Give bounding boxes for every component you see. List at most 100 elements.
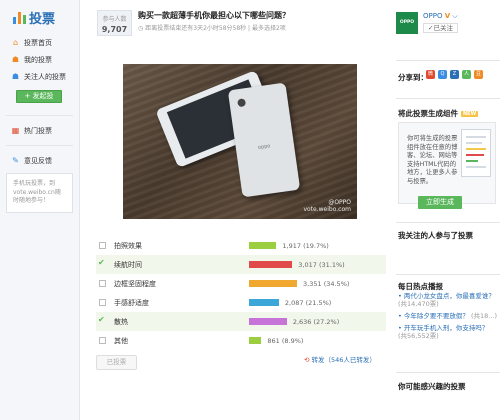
following-title: 我关注的人参与了投票 — [398, 231, 473, 240]
bar-chart-icon — [13, 11, 26, 24]
author-name-text: OPPO — [423, 12, 443, 20]
sidebar-item-hot[interactable]: ▦ 热门投票 — [0, 122, 79, 139]
repost-link[interactable]: ⟲ 转发（546人已转发） — [304, 354, 376, 364]
checkbox[interactable] — [99, 299, 106, 306]
vote-result-stat: 3,017 (31.1%) — [298, 261, 344, 269]
hot-icon: ▦ — [11, 126, 20, 135]
vote-result-stat: 3,351 (34.5%) — [303, 280, 349, 288]
author-avatar[interactable]: OPPO — [396, 12, 418, 34]
checked-checkbox[interactable] — [98, 258, 106, 268]
vote-result-count: 3,017 — [298, 261, 317, 269]
create-vote-button[interactable]: + 发起投 — [16, 90, 62, 103]
vote-result-bar — [249, 280, 297, 287]
verified-icon: V — [444, 12, 451, 20]
feedback-icon: ✎ — [12, 156, 19, 165]
home-icon: ⌂ — [12, 38, 19, 47]
vote-result-percent: (8.9%) — [281, 337, 304, 345]
vote-header: 参与人数 9,707 购买一款超薄手机你最担心以下哪些问题？ ◷ 距离投票结束还有… — [97, 10, 387, 44]
list-item[interactable]: • 两代小龙女盘点，你最喜爱谁？ (共14,470票) — [398, 292, 498, 308]
widget-title-text: 将此投票生成组件 — [398, 109, 458, 118]
sidebar-nav: ⌂ 投票首页 ☗ 我的投票 ☗ 关注人的投票 — [0, 34, 79, 85]
clock-icon: ◷ — [138, 25, 144, 32]
vote-result-bar — [249, 337, 262, 344]
widget-text: 你可将生成的投票组件放在任意的博客、论坛、网站等支持HTML代码的地方，让更多人… — [407, 135, 458, 185]
vote-option[interactable]: 其他 861 (8.9%) — [96, 331, 386, 350]
tencent-share-icon[interactable]: Q — [438, 70, 447, 79]
author-link-icon: ⌵ — [452, 12, 458, 20]
new-badge: NEW — [461, 111, 479, 117]
generate-widget-button[interactable]: 立即生成 — [418, 196, 462, 209]
qzone-share-icon[interactable]: Z — [450, 70, 459, 79]
vote-result-count: 2,087 — [284, 299, 304, 307]
vote-option-label: 散热 — [114, 317, 128, 326]
vote-option[interactable]: 拍照效果 1,917 (19.7%) — [96, 236, 386, 255]
mobile-promo: 手机玩投票，到vote.weibo.cn随时随地参与！ — [6, 173, 73, 213]
repost-label: 转发（546人已转发） — [311, 356, 376, 364]
author-name[interactable]: OPPO V ⌵ — [423, 12, 458, 21]
sidebar-item-my-votes[interactable]: ☗ 我的投票 — [0, 51, 79, 68]
follow-button[interactable]: ✓已关注 — [423, 23, 458, 33]
renren-share-icon[interactable]: 人 — [462, 70, 471, 79]
vote-result-percent: (34.5%) — [323, 280, 350, 288]
widget-preview-icon — [461, 129, 491, 177]
vote-meta: ◷ 距离投票结束还有3天2小时58分58秒 | 最多选择2项 — [138, 23, 286, 32]
vote-option[interactable]: 散热 2,636 (27.2%) — [96, 312, 386, 331]
watermark-site: vote.weibo.com — [303, 206, 351, 213]
vote-meta-text: 距离投票结束还有3天2小时58分58秒 | 最多选择2项 — [145, 25, 286, 32]
vote-image: oppo @OPPO vote.weibo.com — [123, 64, 357, 219]
vote-result-percent: (19.7%) — [303, 242, 329, 250]
sidebar-item-label: 意见反馈 — [24, 156, 52, 165]
vote-result-count: 2,636 — [292, 318, 312, 326]
interest-title: 你可能感兴趣的投票 — [398, 382, 466, 391]
sidebar-item-label: 热门投票 — [24, 126, 52, 135]
watermark-handle: @OPPO — [328, 199, 351, 206]
vote-option-label: 手感舒适度 — [114, 298, 149, 307]
vote-option-label: 边框坚固程度 — [114, 279, 156, 288]
divider — [396, 98, 500, 99]
author-card: OPPO OPPO V ⌵ ✓已关注 — [396, 12, 458, 34]
sidebar-item-label: 关注人的投票 — [24, 72, 66, 81]
checkbox[interactable] — [99, 242, 106, 249]
vote-option-label: 续航时间 — [114, 260, 142, 269]
vote-result-percent: (21.5%) — [305, 299, 332, 307]
site-logo[interactable]: 投票 — [0, 0, 79, 28]
divider — [6, 115, 73, 116]
vote-result-stat: 2,636 (27.2%) — [293, 318, 339, 326]
divider — [396, 274, 500, 275]
list-item[interactable]: • 开车玩手机入刑，你支持吗？ (共56,552票) — [398, 324, 498, 340]
mobile-promo-text: 手机玩投票，到vote.weibo.cn随时随地参与！ — [13, 180, 61, 204]
hot-item-count: (共14,470票) — [398, 300, 439, 308]
douban-share-icon[interactable]: 豆 — [474, 70, 483, 79]
vote-result-percent: (27.2%) — [313, 318, 340, 326]
image-watermark: @OPPO vote.weibo.com — [303, 199, 351, 213]
vote-result-bar — [249, 242, 277, 249]
vote-result-stat: 1,917 (19.7%) — [282, 242, 328, 250]
checkbox[interactable] — [99, 337, 106, 344]
weibo-share-icon[interactable]: 微 — [426, 70, 435, 79]
vote-option[interactable]: 边框坚固程度 3,351 (34.5%) — [96, 274, 386, 293]
checked-checkbox[interactable] — [98, 315, 106, 325]
hot-item-text: • 两代小龙女盘点，你最喜爱谁？ — [398, 292, 495, 300]
left-sidebar: 投票 ⌂ 投票首页 ☗ 我的投票 ☗ 关注人的投票 + 发起投 ▦ 热门投票 ✎… — [0, 0, 80, 420]
participant-count-label: 参与人数 — [102, 16, 127, 23]
checkbox[interactable] — [99, 280, 106, 287]
list-item[interactable]: • 今年除夕要不要放假？ (共18...) — [398, 312, 498, 320]
vote-result-bar — [249, 261, 293, 268]
participant-count: 9,707 — [101, 25, 128, 34]
divider — [6, 145, 73, 146]
vote-option-label: 其他 — [114, 336, 128, 345]
voted-button[interactable]: 已投票 — [96, 355, 137, 370]
vote-option[interactable]: 手感舒适度 2,087 (21.5%) — [96, 293, 386, 312]
vote-result-stat: 861 (8.9%) — [267, 337, 303, 345]
vote-option[interactable]: 续航时间 3,017 (31.1%) — [96, 255, 386, 274]
people-icon: ☗ — [11, 72, 20, 81]
vote-result-percent: (31.1%) — [318, 261, 345, 269]
vote-option-label: 拍照效果 — [114, 241, 142, 250]
divider — [396, 60, 500, 61]
sidebar-item-label: 我的投票 — [24, 55, 52, 64]
hot-list: • 两代小龙女盘点，你最喜爱谁？ (共14,470票) • 今年除夕要不要放假？… — [398, 292, 498, 344]
sidebar-item-home[interactable]: ⌂ 投票首页 — [0, 34, 79, 51]
site-title: 投票 — [29, 11, 56, 27]
sidebar-item-following-votes[interactable]: ☗ 关注人的投票 — [0, 68, 79, 85]
sidebar-item-feedback[interactable]: ✎ 意见反馈 — [0, 152, 79, 169]
